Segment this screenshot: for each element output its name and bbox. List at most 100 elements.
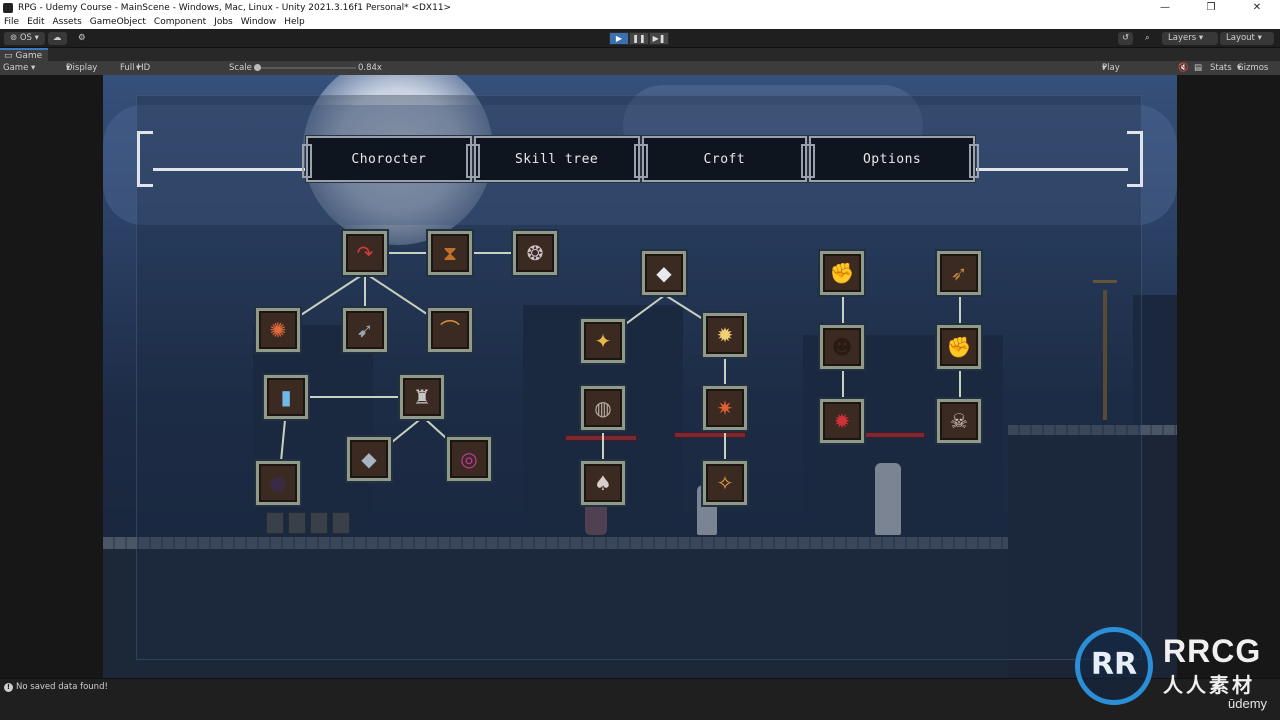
search-icon[interactable]: ⌕ <box>1141 32 1154 45</box>
step-button[interactable]: ▶❚ <box>649 32 669 45</box>
skill-fist-icon[interactable]: ✊ <box>937 325 981 369</box>
skill-diamond-icon[interactable]: ◆ <box>642 251 686 295</box>
skill-dash-arrow-icon[interactable]: ↷ <box>343 231 387 275</box>
skill-bow-icon[interactable]: ➶ <box>937 251 981 295</box>
status-message[interactable]: ! No saved data found! <box>4 682 108 692</box>
maximize-button[interactable]: ❐ <box>1188 0 1234 15</box>
tab-character[interactable]: Chorocter <box>302 135 476 183</box>
skill-grin-icon[interactable]: ☻ <box>820 325 864 369</box>
menu-tabs: Chorocter Skill tree Croft Options <box>302 135 979 183</box>
skill-glyph: ↷ <box>356 241 374 265</box>
layout-label: Layout <box>1226 33 1255 43</box>
tab-options[interactable]: Options <box>805 135 979 183</box>
mute-audio-icon[interactable]: 🔇 <box>1178 61 1189 75</box>
header-bracket-right <box>1127 131 1143 187</box>
skill-glyph: ▮ <box>280 385 292 409</box>
skill-crystals-icon[interactable]: ◆ <box>347 437 391 481</box>
layers-label: Layers <box>1168 33 1197 43</box>
window-title: RPG - Udemy Course - MainScene - Windows… <box>18 2 452 13</box>
skill-portal-icon[interactable]: ◎ <box>447 437 491 481</box>
play-controls: ▶ ❚❚ ▶❚ <box>609 32 669 45</box>
skill-sparkles-icon[interactable]: ✦ <box>581 319 625 363</box>
history-icon[interactable]: ↺ <box>1118 32 1134 45</box>
game-scene[interactable]: Chorocter Skill tree Croft Options ↷ ⧗ ❂… <box>103 75 1177 678</box>
gizmos-label: Gizmos <box>1237 63 1269 73</box>
watermark-brand: RRCG <box>1163 633 1262 669</box>
minimize-button[interactable]: — <box>1142 0 1188 15</box>
menu-help[interactable]: Help <box>280 17 309 27</box>
skill-blob-icon[interactable]: ❂ <box>513 231 557 275</box>
play-mode-dropdown[interactable]: Play Focused ▾ <box>1102 61 1137 87</box>
menu-jobs[interactable]: Jobs <box>210 17 237 27</box>
menu-window[interactable]: Window <box>237 17 281 27</box>
close-button[interactable]: ✕ <box>1234 0 1280 15</box>
skill-stone-icon[interactable]: ◍ <box>581 386 625 430</box>
tab-skill-tree[interactable]: Skill tree <box>469 135 644 183</box>
info-icon: ! <box>4 682 13 692</box>
scale-label: Scale <box>229 63 252 73</box>
watermark: RR RRCG 人人素材 <box>1075 627 1275 707</box>
keyboard-icon[interactable]: ▤ <box>1194 61 1202 75</box>
scale-slider-track[interactable] <box>256 67 356 69</box>
scale-slider-knob[interactable] <box>254 64 261 71</box>
menu-edit[interactable]: Edit <box>23 17 48 27</box>
skill-glyph: ◎ <box>460 447 478 471</box>
account-dropdown[interactable]: ⊚ OS ▾ <box>4 32 45 45</box>
layers-dropdown[interactable]: Layers ▾ <box>1162 32 1218 45</box>
gizmos-dropdown[interactable]: Gizmos ▾ <box>1237 61 1268 75</box>
skill-hourglass-icon[interactable]: ⧗ <box>428 231 472 275</box>
header-bracket-left <box>137 131 153 187</box>
skill-glyph: ✊ <box>946 335 972 359</box>
skill-glyph: ✦ <box>594 329 612 353</box>
display-dropdown[interactable]: Display 1 ▾ <box>66 61 97 87</box>
skill-glyph: ☠ <box>950 409 968 433</box>
watermark-brand-cn: 人人素材 <box>1163 673 1255 697</box>
menu-assets[interactable]: Assets <box>49 17 86 27</box>
menu-component[interactable]: Component <box>150 17 210 27</box>
skill-glyph: ⌒ <box>440 318 460 342</box>
skill-gear-red-icon[interactable]: ✹ <box>820 399 864 443</box>
pause-button[interactable]: ❚❚ <box>629 32 649 45</box>
main-toolbar: ⊚ OS ▾ ☁ ⚙ ▶ ❚❚ ▶❚ ↺ ⌕ Layers ▾ Layout ▾ <box>0 29 1280 48</box>
tab-craft[interactable]: Croft <box>637 135 811 183</box>
skill-spark-hand-icon[interactable]: ✧ <box>703 461 747 505</box>
collab-icon[interactable]: ⚙ <box>74 32 90 45</box>
skill-hand-dark-icon[interactable]: ✊ <box>820 251 864 295</box>
skill-knight-icon[interactable]: ♜ <box>400 375 444 419</box>
skill-glyph: ⧗ <box>442 241 458 265</box>
skill-sunburst-icon[interactable]: ✹ <box>703 313 747 357</box>
skill-glyph: ✧ <box>716 471 734 495</box>
skill-dark-orb-icon[interactable]: ● <box>256 461 300 505</box>
play-button[interactable]: ▶ <box>609 32 629 45</box>
skill-fire-orb-icon[interactable]: ✺ <box>256 308 300 352</box>
layout-dropdown[interactable]: Layout ▾ <box>1220 32 1274 45</box>
stats-button[interactable]: Stats <box>1210 61 1232 75</box>
skill-glyph: ♠ <box>594 471 612 495</box>
skill-dagger-icon[interactable]: ➹ <box>343 308 387 352</box>
cloud-icon[interactable]: ☁ <box>48 32 67 45</box>
menu-gameobject[interactable]: GameObject <box>86 17 150 27</box>
header-line-right <box>976 168 1128 171</box>
skill-mirror-icon[interactable]: ▮ <box>264 375 308 419</box>
skill-fire-face-icon[interactable]: ✷ <box>703 386 747 430</box>
watermark-logo: RR <box>1075 627 1153 705</box>
skill-boomerang-icon[interactable]: ⌒ <box>428 308 472 352</box>
tab-game[interactable]: ▭ Game <box>0 48 49 61</box>
scale-value: 0.84x <box>358 63 382 73</box>
skill-glyph: ✷ <box>716 396 734 420</box>
skill-glyph: ➹ <box>356 318 374 342</box>
skill-skull-blade-icon[interactable]: ☠ <box>937 399 981 443</box>
skill-glyph: ✹ <box>833 409 851 433</box>
unity-logo-icon <box>3 2 13 13</box>
skill-glyph: ❂ <box>526 241 544 265</box>
skill-glyph: ◆ <box>656 261 672 285</box>
account-label: OS <box>19 33 32 43</box>
skill-card-icon[interactable]: ♠ <box>581 461 625 505</box>
game-tab-strip: ▭ Game <box>0 48 1280 61</box>
game-viewport[interactable]: Chorocter Skill tree Croft Options ↷ ⧗ ❂… <box>0 75 1280 678</box>
window-titlebar: RPG - Udemy Course - MainScene - Windows… <box>0 0 1280 15</box>
skill-glyph: ✊ <box>829 261 855 285</box>
skill-glyph: ◆ <box>361 447 377 471</box>
menu-file[interactable]: File <box>0 17 23 27</box>
window-controls: — ❐ ✕ <box>1142 0 1280 15</box>
